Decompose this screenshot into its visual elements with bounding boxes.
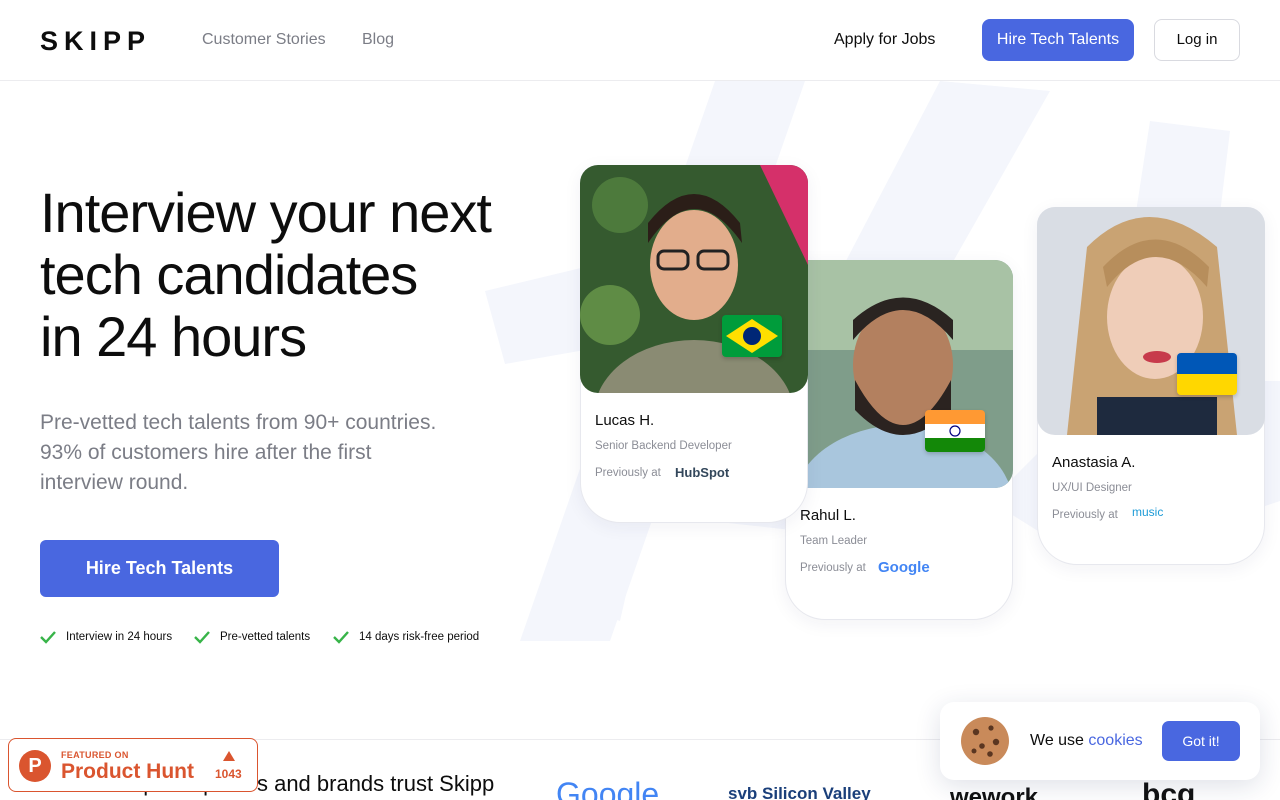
feature-item: Pre-vetted talents [194,629,310,645]
hero-subtitle: Pre-vetted tech talents from 90+ countri… [40,408,480,498]
product-hunt-vote-count: 1043 [215,767,242,781]
feature-item: 14 days risk-free period [333,629,479,645]
candidate-role: Senior Backend Developer [595,440,732,452]
candidate-previously: Previously at [1052,509,1118,521]
feature-label: 14 days risk-free period [359,631,480,643]
hero-subtitle-line: 93% of customers hire after the first [40,441,372,464]
google-brand-logo: Google [556,776,660,800]
hero-title-line: in 24 hours [40,305,307,368]
hero-title-line: tech candidates [40,243,418,306]
check-icon [333,631,349,644]
check-icon [40,631,56,644]
candidate-role: Team Leader [800,535,868,547]
wework-brand-logo: wework [950,784,1039,800]
product-hunt-featured: FEATURED ON [61,750,129,760]
hero-subtitle-line: Pre-vetted tech talents from 90+ countri… [40,411,437,434]
candidate-name: Anastasia A. [1052,454,1136,471]
candidate-role: UX/UI Designer [1052,482,1132,494]
svb-brand-logo: svb Silicon Valley [728,784,871,800]
cookie-text: We use [1030,732,1084,749]
candidate-card-anastasia[interactable]: Anastasia A. UX/UI Designer Previously a… [1037,207,1265,565]
skipp-logo[interactable]: SKIPP [40,26,151,57]
india-flag-icon [925,410,985,452]
candidate-previously: Previously at [800,562,866,574]
cookie-accept-button[interactable]: Got it! [1162,721,1240,761]
cookies-link[interactable]: cookies [1088,732,1142,749]
product-hunt-icon: P [19,750,51,782]
feature-label: Interview in 24 hours [66,631,173,643]
cookie-icon [961,717,1009,765]
nav-customer-stories[interactable]: Customer Stories [202,31,326,49]
hubspot-logo: HubSpot [675,465,730,480]
upvote-arrow-icon [223,751,235,761]
brazil-flag-icon [722,315,782,357]
candidate-photo [785,260,1013,488]
nav-blog[interactable]: Blog [362,31,394,49]
check-icon [194,631,210,644]
ukraine-flag-icon [1177,353,1237,395]
bcg-brand-logo: bcg [1142,778,1196,800]
product-hunt-name: Product Hunt [61,760,194,783]
amazon-music-logo: music [1132,505,1164,519]
candidate-photo [1037,207,1265,435]
candidate-name: Lucas H. [595,412,655,429]
candidate-card-lucas[interactable]: Lucas H. Senior Backend Developer Previo… [580,165,808,523]
site-header: SKIPP Customer Stories Blog Apply for Jo… [0,0,1280,81]
hire-tech-talents-button[interactable]: Hire Tech Talents [982,19,1134,61]
hero-subtitle-line: interview round. [40,471,189,494]
login-button[interactable]: Log in [1154,19,1240,61]
hero-title-line: Interview your next [40,181,492,244]
feature-item: Interview in 24 hours [40,629,172,645]
cookie-message: We use cookies [1030,732,1143,750]
cookie-banner: We use cookies Got it! [940,702,1260,780]
apply-for-jobs-link[interactable]: Apply for Jobs [834,31,935,49]
product-hunt-badge[interactable]: P FEATURED ON Product Hunt 1043 [8,738,258,792]
google-logo: Google [878,559,930,576]
hero-title: Interview your next tech candidates in 2… [40,182,560,368]
candidate-previously: Previously at [595,467,661,479]
candidate-card-rahul[interactable]: Rahul L. Team Leader Previously at Googl… [785,260,1013,620]
candidate-name: Rahul L. [800,507,856,524]
hero-hire-button[interactable]: Hire Tech Talents [40,540,279,597]
candidate-photo [580,165,808,393]
feature-label: Pre-vetted talents [220,631,311,643]
